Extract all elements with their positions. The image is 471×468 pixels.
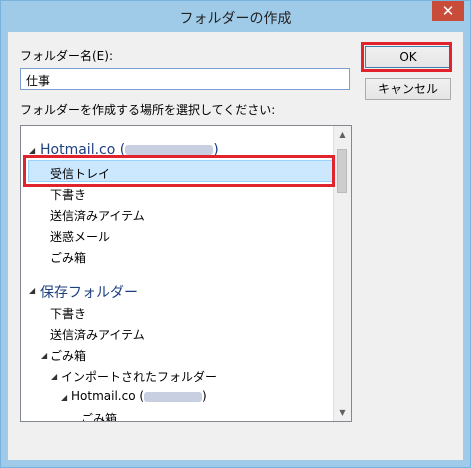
tree-item-junk[interactable]: 迷惑メール: [50, 228, 110, 245]
tree-item-saved-trash[interactable]: ごみ箱: [50, 347, 86, 364]
folder-name-value: 仕事: [26, 74, 51, 88]
expand-arrow-icon[interactable]: ◢: [61, 393, 67, 402]
tree-saved-folders[interactable]: 保存フォルダー: [40, 282, 138, 302]
window-frame-left: [1, 32, 8, 467]
scroll-thumb[interactable]: [337, 149, 347, 193]
scroll-up-icon[interactable]: ▲: [334, 126, 351, 143]
tree-item-trash[interactable]: ごみ箱: [50, 249, 86, 266]
window-frame-right: [463, 32, 470, 467]
window-frame-bottom: [1, 460, 470, 467]
expand-arrow-icon[interactable]: ◢: [29, 146, 35, 155]
tree-item-drafts[interactable]: 下書き: [50, 186, 86, 203]
tree-scrollbar[interactable]: ▲ ▼: [333, 126, 351, 421]
tree-item-saved-sent[interactable]: 送信済みアイテム: [50, 326, 145, 343]
tree-item-hotmail-sub[interactable]: Hotmail.co (): [71, 389, 207, 403]
location-label: フォルダーを作成する場所を選択してください:: [20, 103, 276, 117]
scroll-down-icon[interactable]: ▼: [334, 404, 351, 421]
create-folder-dialog: フォルダーの作成 ✕ フォルダー名(E): 仕事 フォルダーを作成する場所を選択…: [0, 0, 471, 468]
tree-item-saved-drafts[interactable]: 下書き: [50, 305, 86, 322]
redacted-email: [125, 145, 214, 155]
folder-name-input[interactable]: 仕事: [20, 68, 350, 90]
tree-item-imported[interactable]: インポートされたフォルダー: [61, 368, 217, 385]
folder-name-label: フォルダー名(E):: [20, 49, 113, 63]
dialog-title: フォルダーの作成: [179, 11, 292, 27]
expand-arrow-icon[interactable]: ◢: [41, 351, 47, 360]
title-bar[interactable]: フォルダーの作成 ✕: [1, 1, 470, 32]
ok-button-highlight: [361, 42, 452, 72]
close-button[interactable]: ✕: [432, 1, 464, 21]
expand-arrow-icon[interactable]: ◢: [51, 372, 57, 381]
selected-row-highlight: [23, 155, 335, 187]
cancel-button[interactable]: キャンセル: [365, 78, 451, 100]
expand-arrow-icon[interactable]: ◢: [29, 286, 35, 295]
tree-item-sub-trash[interactable]: ごみ箱: [81, 410, 117, 421]
account-name: Hotmail.co (: [71, 389, 145, 403]
redacted-email: [144, 391, 203, 402]
tree-item-sent[interactable]: 送信済みアイテム: [50, 207, 145, 224]
account-paren: ): [202, 389, 207, 403]
